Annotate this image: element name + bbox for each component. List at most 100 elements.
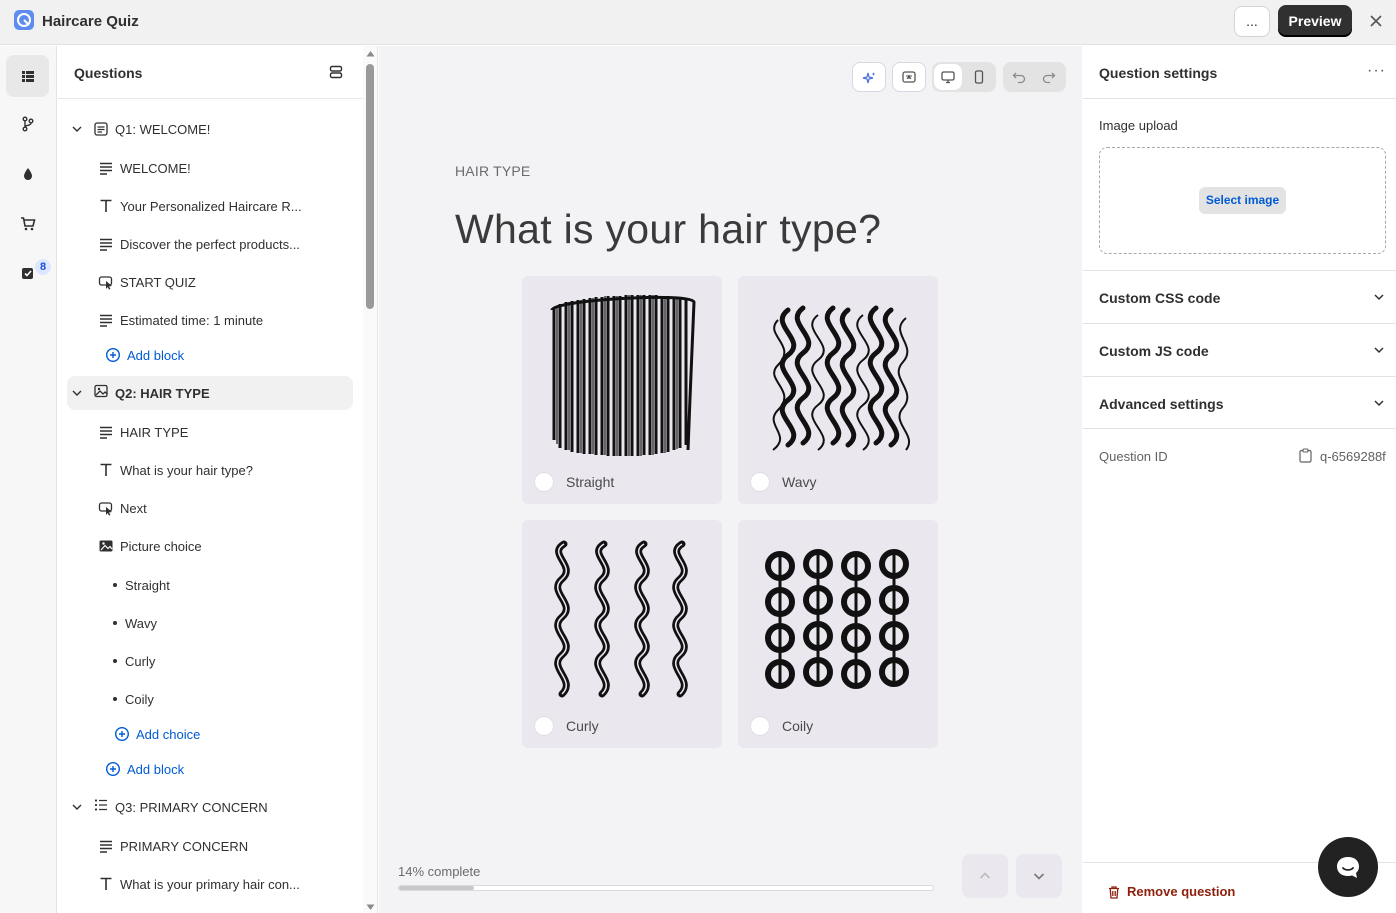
chevron-down-icon[interactable] [71, 801, 83, 813]
history-tool-group [1003, 62, 1066, 92]
curly-hair-icon [554, 540, 688, 698]
bullet-icon [113, 697, 117, 701]
add-choice-label: Add choice [136, 726, 201, 742]
collapse-all-icon[interactable] [328, 64, 344, 80]
settings-more-button[interactable]: ··· [1367, 62, 1386, 80]
progress-fill [399, 886, 474, 890]
logic-nav-button[interactable] [6, 103, 49, 145]
choice-row[interactable]: Straight [58, 568, 363, 602]
choice-row[interactable]: Wavy [58, 606, 363, 640]
accordion-label: Custom JS code [1099, 343, 1209, 359]
block-row[interactable]: What is your primary hair con... [58, 867, 363, 901]
block-row[interactable]: WELCOME! [58, 151, 363, 185]
heading-text-icon [100, 877, 112, 890]
device-toggle-group [932, 62, 996, 92]
block-row[interactable]: Estimated time: 1 minute [58, 303, 363, 337]
block-label: Discover the perfect products... [120, 236, 300, 252]
more-actions-button[interactable]: ... [1234, 6, 1270, 37]
redo-button[interactable] [1034, 62, 1064, 92]
block-row[interactable]: Discover the perfect products... [58, 227, 363, 261]
image-icon [99, 540, 113, 552]
cart-icon [20, 217, 36, 231]
previous-question-button[interactable] [962, 854, 1008, 898]
block-row[interactable]: Picture choice [58, 529, 363, 563]
undo-button[interactable] [1004, 62, 1034, 92]
wavy-hair-icon [772, 305, 910, 451]
block-label: What is your primary hair con... [120, 876, 300, 892]
block-row[interactable]: START QUIZ [58, 265, 363, 299]
translate-button[interactable] [894, 63, 924, 93]
left-rail: 8 [0, 46, 57, 913]
accordion-custom-css[interactable]: Custom CSS code [1083, 270, 1396, 323]
choice-label: Straight [566, 474, 615, 490]
mobile-icon [974, 70, 984, 84]
chevron-down-icon[interactable] [71, 123, 83, 135]
questions-nav-button[interactable] [6, 55, 49, 97]
chevron-down-icon [1374, 400, 1384, 407]
question-label: Q3: PRIMARY CONCERN [115, 799, 268, 815]
block-row[interactable]: What is your hair type? [58, 453, 363, 487]
remove-question-label: Remove question [1127, 884, 1236, 899]
accordion-custom-js[interactable]: Custom JS code [1083, 323, 1396, 376]
chevron-down-icon [1374, 347, 1384, 354]
top-bar: Haircare Quiz ... Preview [0, 0, 1396, 45]
block-row[interactable]: Next [58, 491, 363, 525]
block-label: Next [120, 500, 147, 516]
close-icon[interactable] [1366, 11, 1386, 31]
preview-button[interactable]: Preview [1278, 5, 1352, 37]
choice-radio[interactable] [750, 472, 770, 492]
mobile-view-button[interactable] [964, 62, 994, 92]
checklist-nav-button[interactable]: 8 [6, 252, 51, 294]
scroll-down-icon[interactable] [366, 904, 375, 911]
question-row-q3[interactable]: Q3: PRIMARY CONCERN [58, 790, 363, 824]
choice-radio[interactable] [534, 472, 554, 492]
design-nav-button[interactable] [6, 153, 49, 195]
question-row-q2[interactable]: Q2: HAIR TYPE [67, 376, 353, 410]
choice-row[interactable]: Curly [58, 644, 363, 678]
bullet-icon [113, 659, 117, 663]
accordion-label: Custom CSS code [1099, 290, 1221, 306]
questions-panel-title: Questions [74, 65, 143, 81]
choice-card-coily[interactable]: Coily [738, 520, 938, 748]
block-label: What is your hair type? [120, 462, 253, 478]
choice-radio[interactable] [750, 716, 770, 736]
scroll-up-icon[interactable] [366, 50, 375, 57]
choice-radio[interactable] [534, 716, 554, 736]
coily-hair-icon [765, 549, 909, 689]
choice-row[interactable]: Coily [58, 682, 363, 716]
choice-card-straight[interactable]: Straight [522, 276, 722, 504]
scroll-thumb[interactable] [366, 64, 374, 309]
choice-card-curly[interactable]: Curly [522, 520, 722, 748]
accordion-advanced-settings[interactable]: Advanced settings [1083, 376, 1396, 429]
desktop-view-button[interactable] [934, 64, 962, 90]
choice-card-wavy[interactable]: Wavy [738, 276, 938, 504]
question-settings-panel: Question settings ··· Image upload Selec… [1083, 46, 1396, 913]
chat-launcher-button[interactable] [1318, 837, 1378, 897]
select-image-button[interactable]: Select image [1199, 187, 1286, 214]
choice-label: Coily [782, 718, 814, 734]
add-block-link[interactable]: Add block [58, 338, 363, 372]
block-row[interactable]: Your Personalized Haircare R... [58, 189, 363, 223]
block-row[interactable]: HAIR TYPE [58, 415, 363, 449]
block-row[interactable]: PRIMARY CONCERN [58, 829, 363, 863]
block-label: START QUIZ [120, 274, 196, 290]
chat-icon [1337, 857, 1359, 878]
products-nav-button[interactable] [6, 203, 49, 245]
question-row-q1[interactable]: Q1: WELCOME! [58, 112, 363, 146]
choice-label: Wavy [782, 474, 817, 490]
translate-tool-group [892, 62, 926, 92]
next-question-button[interactable] [1016, 854, 1062, 898]
heading-text-icon [100, 463, 112, 476]
add-block-link[interactable]: Add block [58, 752, 363, 786]
clipboard-icon[interactable] [1299, 448, 1312, 463]
add-choice-link[interactable]: Add choice [58, 717, 363, 751]
list-icon [21, 71, 34, 82]
ai-sparkle-button[interactable] [854, 63, 884, 93]
remove-question-button[interactable]: Remove question [1107, 884, 1235, 899]
block-label: WELCOME! [120, 160, 191, 176]
question-id-value[interactable]: q-6569288f [1320, 449, 1386, 464]
chevron-down-icon[interactable] [71, 387, 83, 399]
bullet-icon [113, 621, 117, 625]
image-dropzone[interactable]: Select image [1099, 147, 1386, 254]
chevron-down-icon [1033, 873, 1045, 880]
